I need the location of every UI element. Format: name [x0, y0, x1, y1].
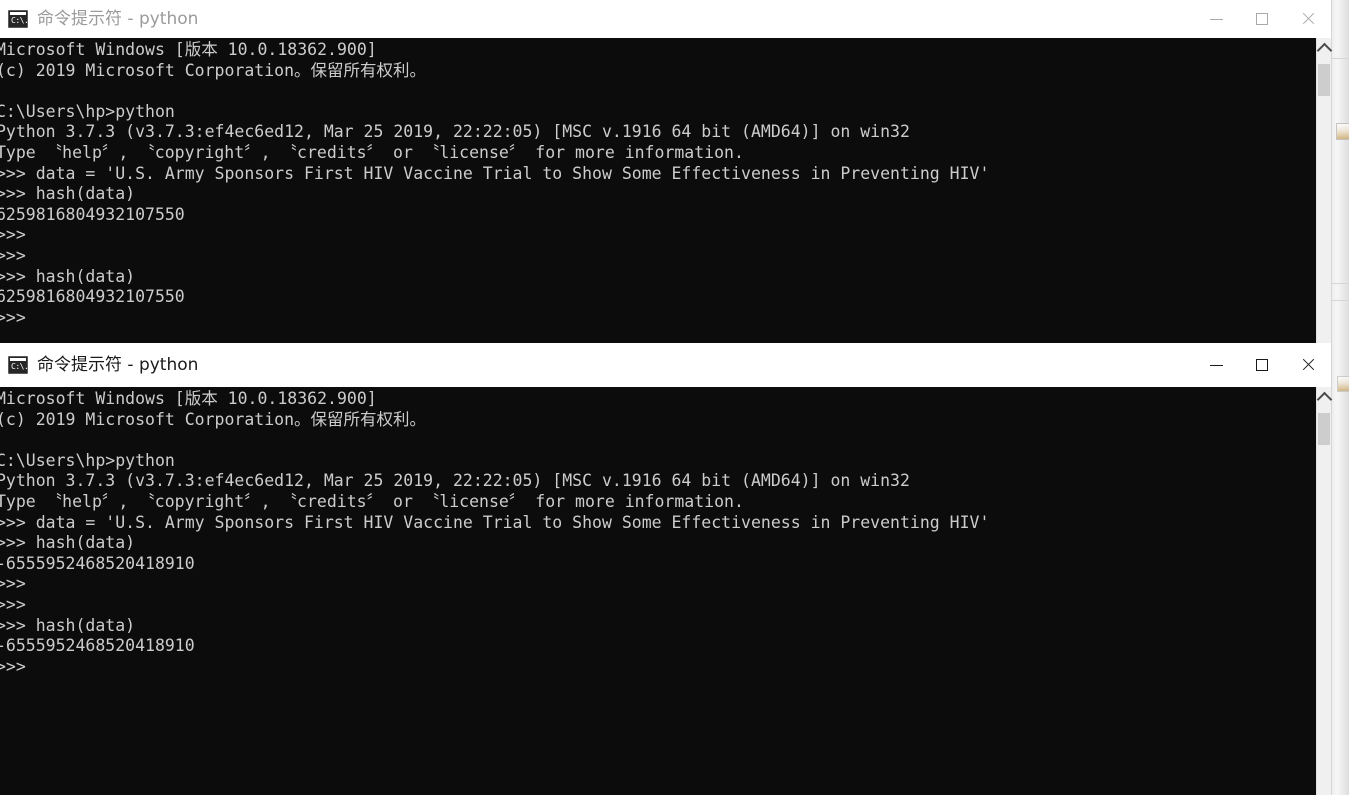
console-text: Microsoft Windows [版本 10.0.18362.900] (c… [0, 40, 990, 327]
window-controls[interactable] [1193, 0, 1331, 38]
titlebar[interactable]: C:\. 命令提示符 - python [0, 343, 1331, 387]
cmd-icon-label: C:\. [11, 362, 29, 371]
scrollbar-thumb[interactable] [1318, 413, 1330, 445]
vertical-scrollbar-front[interactable] [1316, 387, 1332, 795]
scrollbar-thumb[interactable] [1318, 64, 1330, 96]
scroll-up-arrow[interactable] [1316, 387, 1332, 409]
minimize-icon [1209, 18, 1223, 20]
titlebar-drag-area[interactable]: C:\. 命令提示符 - python [0, 0, 1193, 38]
chevron-up-icon [1316, 42, 1332, 59]
maximize-icon [1256, 359, 1268, 371]
console-window-back[interactable]: C:\. 命令提示符 - python Microsoft Windows [版… [0, 0, 1349, 352]
window-controls[interactable] [1193, 343, 1331, 387]
titlebar[interactable]: C:\. 命令提示符 - python [0, 0, 1331, 38]
minimize-button[interactable] [1193, 0, 1239, 38]
close-button[interactable] [1285, 0, 1331, 38]
window-title: 命令提示符 - python [37, 9, 199, 29]
close-icon [1301, 358, 1315, 372]
maximize-button[interactable] [1239, 343, 1285, 387]
vertical-scrollbar-back[interactable] [1316, 38, 1332, 352]
minimize-button[interactable] [1193, 343, 1239, 387]
titlebar-drag-area[interactable]: C:\. 命令提示符 - python [0, 343, 1193, 387]
maximize-button[interactable] [1239, 0, 1285, 38]
console-window-front[interactable]: C:\. 命令提示符 - python Microsoft Windows [版… [0, 343, 1349, 795]
console-output-area-back[interactable]: Microsoft Windows [版本 10.0.18362.900] (c… [0, 38, 1316, 352]
chevron-up-icon [1316, 391, 1332, 408]
console-output-area-front[interactable]: Microsoft Windows [版本 10.0.18362.900] (c… [0, 387, 1316, 795]
console-text: Microsoft Windows [版本 10.0.18362.900] (c… [0, 389, 990, 676]
close-icon [1301, 12, 1315, 26]
cmd-icon: C:\. [8, 356, 29, 374]
cmd-icon-label: C:\. [11, 16, 29, 25]
minimize-icon [1209, 364, 1223, 366]
cmd-icon: C:\. [8, 10, 29, 28]
maximize-icon [1256, 13, 1268, 25]
window-title: 命令提示符 - python [37, 355, 199, 375]
close-button[interactable] [1285, 343, 1331, 387]
scroll-up-arrow[interactable] [1316, 38, 1332, 60]
